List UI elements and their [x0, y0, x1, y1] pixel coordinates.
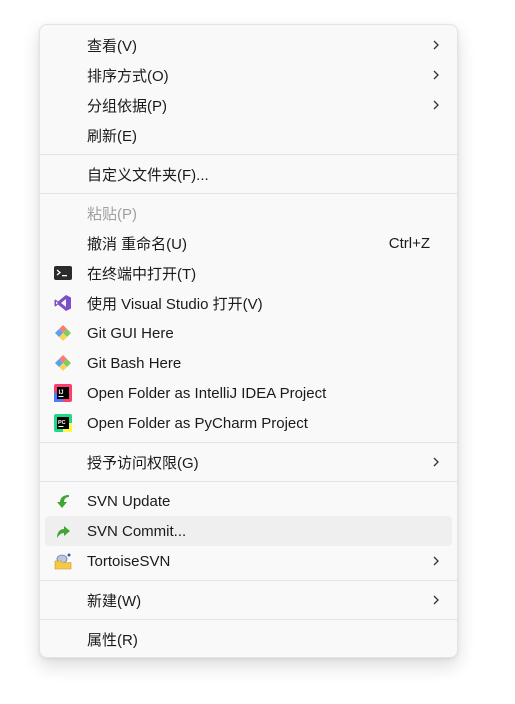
menu-item-label: 查看(V): [87, 37, 137, 55]
tortoisesvn-icon: [54, 553, 72, 570]
menu-item-open-intellij[interactable]: IJ Open Folder as IntelliJ IDEA Project: [45, 378, 452, 408]
menu-item-label: 粘贴(P): [87, 205, 137, 223]
visual-studio-icon: [54, 295, 71, 311]
separator: [40, 580, 457, 581]
intellij-icon: IJ: [54, 384, 72, 402]
menu-item-paste: 粘贴(P): [45, 198, 452, 228]
menu-item-properties[interactable]: 属性(R): [45, 624, 452, 654]
menu-item-svn-update[interactable]: SVN Update: [45, 486, 452, 516]
menu-item-open-pycharm[interactable]: PC Open Folder as PyCharm Project: [45, 408, 452, 438]
menu-item-view[interactable]: 查看(V): [45, 30, 452, 60]
menu-item-label: TortoiseSVN: [87, 552, 171, 570]
chevron-right-icon: [433, 556, 439, 566]
menu-item-label: Open Folder as IntelliJ IDEA Project: [87, 384, 327, 402]
context-menu: 查看(V) 排序方式(O) 分组依据(P) 刷新(E) 自定义文件夹(F)...…: [39, 24, 458, 658]
menu-item-label: 新建(W): [87, 592, 142, 610]
menu-item-label: 撤消 重命名(U): [87, 235, 187, 253]
menu-item-label: 属性(R): [87, 631, 138, 649]
menu-item-open-visual-studio[interactable]: 使用 Visual Studio 打开(V): [45, 288, 452, 318]
menu-item-label: Git GUI Here: [87, 324, 174, 342]
chevron-right-icon: [433, 457, 439, 467]
chevron-right-icon: [433, 595, 439, 605]
svn-update-icon: [57, 495, 69, 508]
separator: [40, 193, 457, 194]
separator: [40, 442, 457, 443]
menu-item-refresh[interactable]: 刷新(E): [45, 120, 452, 150]
svg-text:PC: PC: [58, 420, 66, 426]
menu-item-label: 排序方式(O): [87, 67, 169, 85]
separator: [40, 481, 457, 482]
menu-item-label: Open Folder as PyCharm Project: [87, 414, 308, 432]
menu-item-label: Git Bash Here: [87, 354, 182, 372]
menu-item-git-gui[interactable]: Git GUI Here: [45, 318, 452, 348]
menu-item-label: 授予访问权限(G): [87, 454, 199, 472]
git-icon: [55, 325, 71, 341]
separator: [40, 154, 457, 155]
chevron-right-icon: [433, 100, 439, 110]
menu-item-group[interactable]: 分组依据(P): [45, 90, 452, 120]
menu-item-label: 自定义文件夹(F)...: [87, 166, 209, 184]
menu-item-new[interactable]: 新建(W): [45, 585, 452, 615]
chevron-right-icon: [433, 70, 439, 80]
menu-item-undo-rename[interactable]: 撤消 重命名(U) Ctrl+Z: [45, 228, 452, 258]
menu-item-grant-access[interactable]: 授予访问权限(G): [45, 447, 452, 477]
menu-item-svn-commit[interactable]: SVN Commit...: [45, 516, 452, 546]
menu-item-label: 刷新(E): [87, 127, 137, 145]
svn-commit-icon: [57, 526, 70, 538]
menu-item-label: 分组依据(P): [87, 97, 167, 115]
menu-item-customize-folder[interactable]: 自定义文件夹(F)...: [45, 159, 452, 189]
menu-item-label: SVN Update: [87, 492, 171, 510]
svg-text:IJ: IJ: [59, 390, 64, 396]
menu-item-label: 在终端中打开(T): [87, 265, 197, 283]
chevron-right-icon: [433, 40, 439, 50]
menu-item-label: SVN Commit...: [87, 522, 187, 540]
menu-item-git-bash[interactable]: Git Bash Here: [45, 348, 452, 378]
menu-item-sort[interactable]: 排序方式(O): [45, 60, 452, 90]
terminal-icon: [54, 266, 72, 280]
menu-item-label: 使用 Visual Studio 打开(V): [87, 295, 263, 313]
menu-item-open-terminal[interactable]: 在终端中打开(T): [45, 258, 452, 288]
separator: [40, 619, 457, 620]
menu-item-tortoisesvn[interactable]: TortoiseSVN: [45, 546, 452, 576]
git-icon: [55, 355, 71, 371]
pycharm-icon: PC: [54, 414, 72, 432]
shortcut-text: Ctrl+Z: [388, 234, 430, 252]
